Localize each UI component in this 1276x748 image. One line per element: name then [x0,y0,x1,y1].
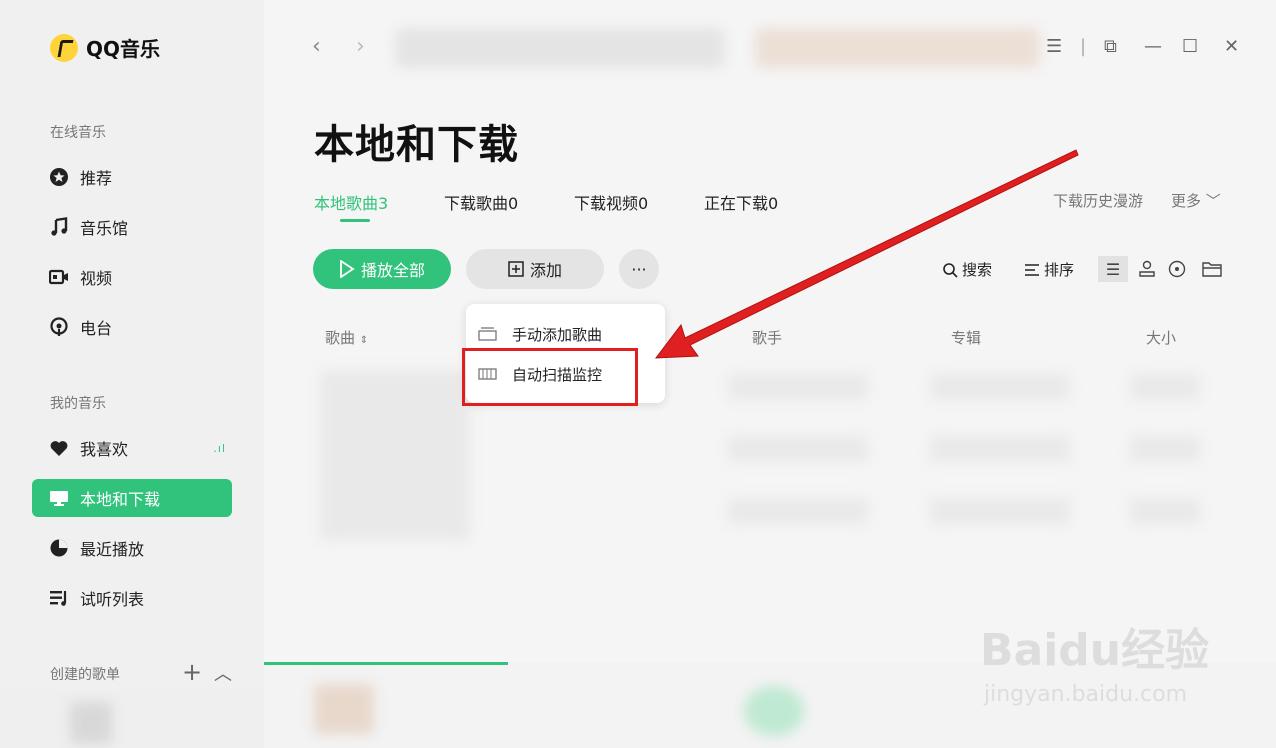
qq-music-logo-icon [50,33,78,62]
sidebar-item-label: 本地和下载 [80,490,161,509]
mini-mode-icon[interactable]: ⧉ [1104,36,1117,57]
play-pause-button[interactable] [744,686,804,736]
sidebar-item-label: 音乐馆 [80,219,129,238]
app-logo[interactable]: QQ音乐 [50,33,160,62]
table-row-cell [728,436,868,462]
active-tab-indicator [340,219,370,222]
player-album-art [314,684,374,734]
watermark-url: jingyan.baidu.com [984,682,1188,707]
table-row-cell [1130,436,1200,462]
play-all-label: 播放全部 [360,261,425,280]
more-dropdown[interactable]: 更多 ﹀ [1171,190,1221,211]
album-cover-thumbnail [70,702,112,744]
watermark-logo: Baidu经验 [980,625,1210,676]
table-row-cell [930,374,1070,400]
section-label-online: 在线音乐 [50,125,106,141]
sidebar-item-radio[interactable]: 电台 [32,308,232,346]
menu-item-label: 手动添加歌曲 [512,325,603,344]
annotation-arrow [654,149,1079,359]
sidebar-item-recent[interactable]: 最近播放 [32,529,232,567]
sidebar-item-trial-list[interactable]: 试听列表 [32,579,232,617]
sidebar-item-favorites[interactable]: 我喜欢 .ıl [32,429,232,467]
column-header-size[interactable]: 大小 [1146,327,1176,348]
table-row-cell [930,498,1070,524]
add-label: 添加 [529,261,562,280]
sidebar-item-label: 试听列表 [80,590,145,609]
app-name: QQ音乐 [86,37,161,61]
add-button[interactable]: 添加 [466,249,604,289]
more-label: 更多 [1171,192,1202,210]
sidebar-item-label: 我喜欢 [80,440,129,459]
user-profile-area[interactable] [755,28,1040,68]
sidebar: QQ音乐 在线音乐 推荐 音乐馆 视频 电台 我的音乐 我喜欢 .ıl 本地和下… [0,0,264,748]
video-icon [48,266,70,288]
artist-view-icon[interactable] [1138,260,1156,278]
sort-arrows-icon: ⇕ [359,335,369,346]
sidebar-item-music-hall[interactable]: 音乐馆 [32,208,232,246]
menu-item-manual-add[interactable]: 手动添加歌曲 [478,319,602,349]
search-bar[interactable] [395,28,725,68]
play-all-button[interactable]: 播放全部 [313,249,451,289]
folder-view-icon[interactable] [1202,261,1222,277]
table-row-cell [1130,374,1200,400]
minimize-icon[interactable]: — [1144,36,1162,57]
equalizer-icon: .ıl [213,441,226,455]
collapse-icon[interactable]: ︿ [214,660,232,686]
add-file-icon [478,327,497,341]
sidebar-item-label: 最近播放 [80,540,145,559]
forward-arrow-icon[interactable]: › [356,34,365,59]
playback-progress-bar[interactable] [264,662,508,665]
radio-icon [48,316,70,338]
monitor-icon [48,487,70,509]
section-label-created-playlists: 创建的歌单 [50,667,120,683]
table-row-cell [728,498,868,524]
column-header-song[interactable]: 歌曲 ⇕ [325,327,368,348]
sidebar-item-video[interactable]: 视频 [32,258,232,296]
sidebar-item-label: 视频 [80,269,113,288]
table-row-cell [728,374,868,400]
chevron-down-icon: ﹀ [1205,192,1221,210]
add-playlist-icon[interactable]: + [182,658,202,686]
sidebar-item-recommend[interactable]: 推荐 [32,158,232,196]
play-icon [340,260,355,278]
table-row[interactable] [320,370,470,540]
highlight-box [462,348,638,406]
sidebar-item-label: 电台 [80,319,113,338]
table-row-cell [1130,498,1200,524]
page-title: 本地和下载 [314,122,519,168]
playlist-icon [48,587,70,609]
music-note-icon [48,216,70,238]
back-arrow-icon[interactable]: ‹ [312,34,321,59]
tab-local-songs[interactable]: 本地歌曲3 [314,190,388,214]
star-icon [48,166,70,188]
album-view-icon[interactable] [1168,260,1186,278]
divider: | [1080,36,1087,57]
clock-icon [48,537,70,559]
section-label-my-music: 我的音乐 [50,396,106,412]
table-row-cell [930,436,1070,462]
plus-box-icon [508,261,524,277]
tab-downloaded-videos[interactable]: 下载视频0 [574,190,648,214]
sidebar-item-label: 推荐 [80,169,113,188]
close-icon[interactable]: ✕ [1224,36,1239,57]
sidebar-item-local-download[interactable]: 本地和下载 [32,479,232,517]
menu-icon[interactable]: ☰ [1046,36,1062,57]
player-bar-left [0,690,264,748]
column-label: 歌曲 [325,329,356,347]
heart-icon [48,437,70,459]
maximize-icon[interactable]: ☐ [1182,36,1198,57]
list-view-icon[interactable]: ☰ [1098,256,1128,282]
tab-downloaded-songs[interactable]: 下载歌曲0 [444,190,518,214]
